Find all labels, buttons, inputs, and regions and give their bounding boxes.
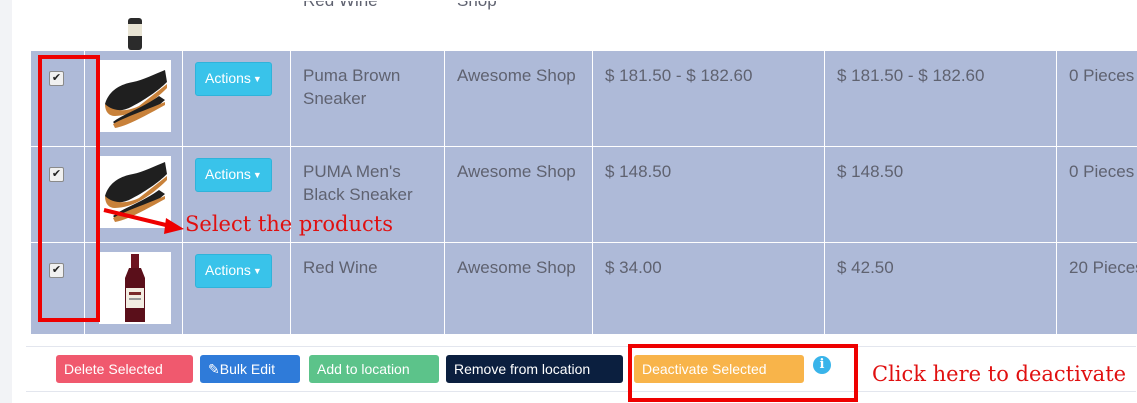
annotation-select-text: Select the products: [185, 212, 393, 236]
remove-from-location-button[interactable]: Remove from location: [446, 355, 623, 383]
delete-selected-button[interactable]: Delete Selected: [56, 355, 193, 383]
table-row: Red Wine Shop: [30, 0, 1137, 51]
actions-dropdown-button[interactable]: Actions ▼: [195, 158, 272, 192]
page-gutter: [0, 0, 12, 403]
product-price: $ 34.00: [592, 242, 825, 335]
product-price-inc-tax: $ 42.50: [824, 242, 1057, 335]
product-price: $ 181.50 - $ 182.60: [592, 50, 825, 147]
caret-down-icon: ▼: [252, 74, 262, 84]
sneaker-image: [99, 60, 171, 132]
product-name: Puma Brown Sneaker: [290, 50, 445, 147]
annotation-deactivate-highlight: [628, 344, 858, 402]
add-to-location-button[interactable]: Add to location: [309, 355, 439, 383]
product-stock: 0 Pieces: [1056, 146, 1137, 243]
products-table: Red Wine Shop ✔ Actions ▼ Puma Brown Sne…: [30, 0, 1137, 335]
product-name: Red Wine: [290, 242, 445, 335]
shop-name: Awesome Shop: [444, 242, 593, 335]
table-row[interactable]: ✔ Actions ▼ Puma Brown Sneaker Awesome Sh…: [30, 50, 1137, 147]
shop-name: Awesome Shop: [444, 50, 593, 147]
wine-bottle-image: [99, 10, 171, 50]
edit-icon: ✎: [208, 361, 220, 377]
bulk-edit-button[interactable]: ✎Bulk Edit: [200, 355, 300, 383]
annotation-checkbox-highlight: [38, 55, 100, 322]
annotation-deactivate-text: Click here to deactivate: [872, 362, 1127, 386]
actions-dropdown-button[interactable]: Actions ▼: [195, 62, 272, 96]
products-table-container: Red Wine Shop ✔ Actions ▼ Puma Brown Sne…: [30, 0, 1137, 403]
shop-name: Shop: [457, 0, 497, 11]
table-row[interactable]: ✔ Actions ▼ Red Wine Awesome Shop $ 34.00…: [30, 242, 1137, 335]
product-price-inc-tax: $ 148.50: [824, 146, 1057, 243]
caret-down-icon: ▼: [252, 266, 262, 276]
product-price-inc-tax: $ 181.50 - $ 182.60: [824, 50, 1057, 147]
caret-down-icon: ▼: [252, 170, 262, 180]
actions-dropdown-button[interactable]: Actions ▼: [195, 254, 272, 288]
shop-name: Awesome Shop: [444, 146, 593, 243]
product-price: $ 148.50: [592, 146, 825, 243]
sneaker-image: [99, 156, 171, 228]
wine-bottle-image: [99, 252, 171, 324]
product-name: Red Wine: [303, 0, 378, 11]
product-stock: 0 Pieces: [1056, 50, 1137, 147]
product-stock: 20 Pieces: [1056, 242, 1137, 335]
